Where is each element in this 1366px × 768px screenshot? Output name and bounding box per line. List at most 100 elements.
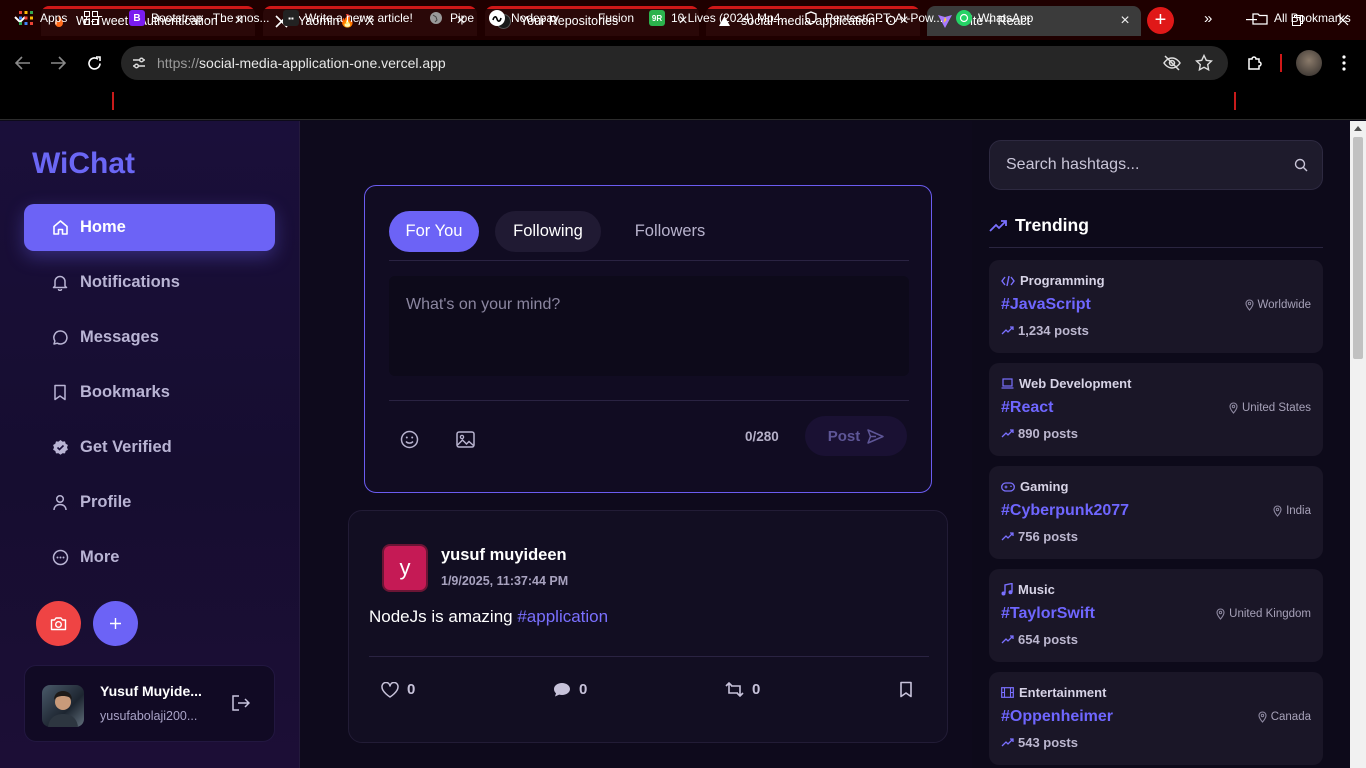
bookmark-label: WhatsApp	[978, 11, 1034, 25]
bookmark-fusion[interactable]: Fusion	[576, 9, 634, 27]
trend-post-count-label: 1,234 posts	[1018, 323, 1089, 338]
trend-category: Web Development	[1001, 376, 1131, 391]
post-textarea[interactable]: What's on your mind?	[389, 276, 909, 376]
sidebar-item-notifications[interactable]: Notifications	[24, 259, 275, 306]
sidebar-item-more[interactable]: More	[24, 534, 275, 581]
left-sidebar: WiChat Home Notifications Messages Bookm…	[0, 121, 300, 768]
trend-item[interactable]: Web Development #React United States 890…	[989, 363, 1323, 456]
image-upload-button[interactable]	[454, 428, 476, 450]
trend-hashtag[interactable]: #JavaScript	[1001, 296, 1091, 314]
forward-button[interactable]	[43, 48, 73, 78]
trend-hashtag[interactable]: #React	[1001, 399, 1053, 417]
smiley-icon	[400, 430, 418, 448]
trend-post-count-label: 654 posts	[1018, 632, 1078, 647]
bookmark-nodepay[interactable]: Nodepay	[489, 9, 559, 27]
trend-hashtag[interactable]: #Cyberpunk2077	[1001, 502, 1129, 520]
bookmark-apps[interactable]: Apps	[18, 9, 67, 27]
post-author-avatar[interactable]: y	[382, 544, 428, 592]
scroll-up-arrow[interactable]	[1354, 126, 1362, 131]
folder-icon	[1252, 10, 1268, 26]
bookmark-pipe[interactable]: Pipe	[428, 9, 474, 27]
sidebar-item-profile[interactable]: Profile	[24, 479, 275, 526]
trending-up-icon	[1001, 532, 1014, 541]
url-text: https://social-media-application-one.ver…	[157, 55, 446, 71]
trend-item[interactable]: Gaming #Cyberpunk2077 India 756 posts	[989, 466, 1323, 559]
sidebar-item-label: Profile	[80, 493, 132, 511]
film-icon	[1001, 687, 1014, 698]
extensions-button[interactable]	[1240, 48, 1270, 78]
all-bookmarks-button[interactable]: All Bookmarks	[1252, 9, 1351, 27]
tab-followers[interactable]: Followers	[617, 211, 723, 252]
app-logo[interactable]: WiChat	[32, 147, 135, 181]
eye-slash-icon[interactable]	[1162, 54, 1182, 72]
post-button[interactable]: Post	[805, 416, 907, 456]
bookmark-news[interactable]: ▪▪ Write a news article!	[283, 9, 413, 27]
bell-icon	[51, 274, 69, 292]
sidebar-item-bookmarks[interactable]: Bookmarks	[24, 369, 275, 416]
avatar[interactable]	[42, 685, 84, 727]
sidebar-item-label: Messages	[80, 328, 159, 346]
search-icon[interactable]	[1294, 158, 1308, 172]
comment-button[interactable]: 0	[553, 681, 587, 698]
trend-post-count: 654 posts	[1001, 632, 1078, 647]
globe-icon	[428, 10, 444, 26]
trend-location: United States	[1229, 402, 1311, 414]
bookmark-tab-groups[interactable]	[83, 9, 105, 27]
image-icon	[455, 430, 475, 448]
bookmark-label: Bootstrap · The mos...	[151, 11, 270, 25]
bookmark-10-lives[interactable]: 9R 10 Lives (2024) Mp4...	[649, 9, 790, 27]
trend-category: Music	[1001, 582, 1055, 597]
bookmarks-overflow-button[interactable]: »	[1204, 9, 1212, 27]
bookmark-pentestgpt[interactable]: PentestGPT: AI-Pow...	[803, 9, 943, 27]
trend-hashtag[interactable]: #TaylorSwift	[1001, 605, 1095, 623]
trend-post-count-label: 756 posts	[1018, 529, 1078, 544]
tab-following[interactable]: Following	[495, 211, 601, 252]
scrollbar-thumb[interactable]	[1353, 137, 1363, 359]
camera-icon	[50, 617, 67, 631]
logout-button[interactable]	[231, 694, 250, 712]
star-icon[interactable]	[1195, 54, 1213, 72]
trend-category: Gaming	[1001, 479, 1068, 494]
bookmark-whatsapp[interactable]: WhatsApp	[956, 9, 1033, 27]
whatsapp-icon	[956, 10, 972, 26]
toolbar-separator	[1280, 54, 1282, 72]
current-user-card[interactable]: Yusuf Muyide... yusufabolaji200...	[24, 665, 275, 742]
post-hashtag[interactable]: #application	[517, 607, 608, 626]
sidebar-item-messages[interactable]: Messages	[24, 314, 275, 361]
hashtag-search-input[interactable]: Search hashtags...	[989, 140, 1323, 190]
browser-menu-button[interactable]	[1329, 48, 1359, 78]
sidebar-item-get-verified[interactable]: Get Verified	[24, 424, 275, 471]
trend-item[interactable]: Entertainment #Oppenheimer Canada 543 po…	[989, 672, 1323, 765]
verified-badge-icon	[51, 439, 69, 457]
address-bar[interactable]: https://social-media-application-one.ver…	[121, 46, 1228, 80]
gamepad-icon	[1001, 481, 1015, 492]
page-scrollbar[interactable]	[1350, 121, 1366, 768]
close-tab-icon[interactable]: ×	[1117, 12, 1133, 29]
news-icon: ▪▪	[283, 10, 299, 26]
profile-avatar[interactable]	[1296, 50, 1322, 76]
trend-hashtag[interactable]: #Oppenheimer	[1001, 708, 1113, 726]
sidebar-item-home[interactable]: Home	[24, 204, 275, 251]
post-author-name[interactable]: yusuf muyideen	[441, 546, 567, 565]
reload-button[interactable]	[79, 48, 109, 78]
create-post-button[interactable]	[93, 601, 138, 646]
site-settings-icon[interactable]	[131, 55, 147, 71]
back-button[interactable]	[8, 48, 38, 78]
bookmark-post-button[interactable]	[899, 681, 921, 698]
plus-icon	[110, 618, 121, 629]
trend-item[interactable]: Music #TaylorSwift United Kingdom 654 po…	[989, 569, 1323, 662]
repost-button[interactable]: 0	[725, 681, 760, 698]
arrow-left-icon	[15, 56, 30, 70]
camera-button[interactable]	[36, 601, 81, 646]
post-timestamp: 1/9/2025, 11:37:44 PM	[441, 574, 569, 588]
trend-item[interactable]: Programming #JavaScript Worldwide 1,234 …	[989, 260, 1323, 353]
trend-post-count: 890 posts	[1001, 426, 1078, 441]
new-tab-button[interactable]: +	[1147, 7, 1174, 34]
tab-for-you[interactable]: For You	[389, 211, 479, 252]
bookmark-separator	[112, 92, 114, 110]
bookmark-bootstrap[interactable]: B Bootstrap · The mos...	[129, 9, 270, 27]
like-button[interactable]: 0	[381, 681, 415, 698]
emoji-button[interactable]	[398, 428, 420, 450]
double-chevron-right-icon: »	[1204, 9, 1213, 27]
post-card: y yusuf muyideen 1/9/2025, 11:37:44 PM N…	[348, 510, 948, 743]
